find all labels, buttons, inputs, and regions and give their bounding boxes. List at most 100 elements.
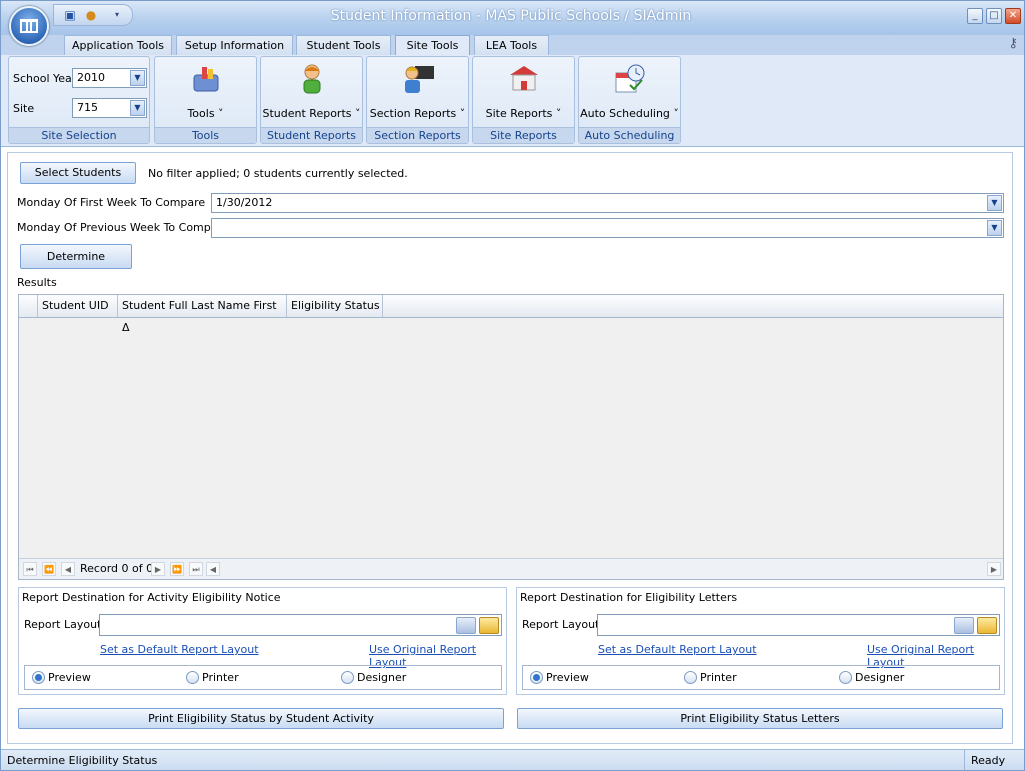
status-bar: Determine Eligibility Status Ready [1,749,1024,770]
record-count-text: Record 0 of 0 [80,562,154,575]
output-options: Preview Printer Designer [24,665,502,690]
first-week-value: 1/30/2012 [216,196,273,209]
preview-radio[interactable]: Preview [32,671,91,684]
status-text: Determine Eligibility Status [7,754,158,767]
student-icon [303,64,320,94]
tab-student-tools[interactable]: Student Tools [296,35,391,55]
output-options: Preview Printer Designer [522,665,1000,690]
student-reports-group: Student Reports ˅ Student Reports [260,56,363,144]
site-reports-label: Site Reports ˅ [485,107,562,120]
select-students-button[interactable]: Select Students [20,162,136,184]
site-value: 715 [77,101,98,114]
database-icon[interactable] [456,617,476,634]
column-eligibility-status[interactable]: Eligibility Status [287,295,383,317]
print-by-activity-button[interactable]: Print Eligibility Status by Student Acti… [18,708,504,729]
row-selector-header[interactable] [19,295,38,317]
ribbon: School Year 2010 ▼ Site 715 ▼ Site Selec… [1,55,1024,147]
section-reports-button[interactable]: Section Reports ˅ [367,60,468,126]
tab-lea-tools[interactable]: LEA Tools [474,35,549,55]
chevron-down-icon[interactable]: ▼ [987,195,1002,211]
chevron-down-icon[interactable]: ▼ [987,220,1002,236]
tab-application-tools[interactable]: Application Tools [64,35,172,55]
help-icon[interactable]: ⚷ [1008,36,1018,51]
set-default-layout-link[interactable]: Set as Default Report Layout [100,643,259,656]
eligibility-letters-panel: Report Destination for Eligibility Lette… [516,587,1005,695]
panel-title: Report Destination for Eligibility Lette… [520,591,738,604]
chevron-down-icon[interactable]: ▼ [130,100,145,116]
results-label: Results [17,276,57,289]
section-reports-label: Section Reports ˅ [369,107,466,120]
group-label: Student Reports [261,127,362,143]
customize-toolbar-icon[interactable]: ▾ [110,8,124,22]
last-page-icon[interactable]: ⏭ [189,562,203,576]
section-reports-group: Section Reports ˅ Section Reports [366,56,469,144]
tools-button-label: Tools ˅ [187,107,224,120]
group-label: Section Reports [367,127,468,143]
site-label: Site [13,102,35,115]
next-record-icon[interactable]: ▶ [151,562,165,576]
previous-page-icon[interactable]: ⏪ [42,562,56,576]
app-window: ▣ ● ▾ Student Information - MAS Public S… [0,0,1025,771]
report-layout-input[interactable] [99,614,502,636]
filter-status-text: No filter applied; 0 students currently … [148,167,408,180]
previous-week-date-picker[interactable]: ▼ [211,218,1004,238]
school-year-select[interactable]: 2010 ▼ [72,68,147,88]
first-week-label: Monday Of First Week To Compare [17,196,206,209]
panel-title: Report Destination for Activity Eligibil… [22,591,281,604]
first-week-date-picker[interactable]: 1/30/2012 ▼ [211,193,1004,213]
group-label: Auto Scheduling [579,127,680,143]
ready-text: Ready [971,754,1006,767]
report-layout-label: Report Layout [522,618,600,631]
tab-site-tools[interactable]: Site Tools [395,35,470,56]
teacher-icon [404,66,434,93]
tab-setup-information[interactable]: Setup Information [176,35,293,55]
group-label: Site Reports [473,127,574,143]
school-year-label: School Year [13,72,77,85]
preview-radio[interactable]: Preview [530,671,589,684]
scroll-left-icon[interactable]: ◀ [206,562,220,576]
window-title: Student Information - MAS Public Schools… [330,8,692,24]
site-select[interactable]: 715 ▼ [72,98,147,118]
save-icon[interactable]: ▣ [63,8,77,22]
chevron-down-icon[interactable]: ▼ [130,70,145,86]
database-icon[interactable] [954,617,974,634]
activity-notice-panel: Report Destination for Activity Eligibil… [18,587,507,695]
group-label: Site Selection [9,127,149,143]
calendar-clock-icon [615,64,644,93]
student-reports-button[interactable]: Student Reports ˅ [261,60,362,126]
auto-scheduling-label: Auto Scheduling ˅ [580,107,679,120]
tools-button[interactable]: Tools ˅ [155,60,256,126]
tools-group: Tools ˅ Tools [154,56,257,144]
previous-week-label: Monday Of Previous Week To Compare [17,221,229,234]
set-default-layout-link[interactable]: Set as Default Report Layout [598,643,757,656]
determine-button[interactable]: Determine [20,244,132,269]
minimize-button[interactable]: _ [967,8,983,24]
column-student-uid[interactable]: Student UID [38,295,118,317]
grid-navigator: ⏮ ⏪ ◀ Record 0 of 0 ▶ ⏩ ⏭ ◀ ▶ [19,558,1003,579]
designer-radio[interactable]: Designer [341,671,406,684]
report-layout-input[interactable] [597,614,1000,636]
group-label: Tools [155,127,256,143]
title-bar: ▣ ● ▾ Student Information - MAS Public S… [1,1,1024,35]
site-reports-button[interactable]: Site Reports ˅ [473,60,574,126]
first-page-icon[interactable]: ⏮ [23,562,37,576]
next-page-icon[interactable]: ⏩ [170,562,184,576]
folder-icon[interactable] [977,617,997,634]
scroll-right-icon[interactable]: ▶ [987,562,1001,576]
designer-radio[interactable]: Designer [839,671,904,684]
app-logo-icon [20,19,38,33]
site-reports-group: Site Reports ˅ Site Reports [472,56,575,144]
auto-scheduling-button[interactable]: Auto Scheduling ˅ [579,60,680,126]
previous-record-icon[interactable]: ◀ [61,562,75,576]
column-student-full-name[interactable]: Student Full Last Name First Δ [118,295,287,334]
printer-radio[interactable]: Printer [684,671,737,684]
folder-icon[interactable] [479,617,499,634]
user-icon[interactable]: ● [84,8,98,22]
site-selection-group: School Year 2010 ▼ Site 715 ▼ Site Selec… [8,56,150,144]
school-building-icon [509,66,538,91]
close-button[interactable]: ✕ [1005,8,1021,24]
application-menu-button[interactable] [9,6,49,46]
print-letters-button[interactable]: Print Eligibility Status Letters [517,708,1003,729]
printer-radio[interactable]: Printer [186,671,239,684]
maximize-button[interactable]: □ [986,8,1002,24]
